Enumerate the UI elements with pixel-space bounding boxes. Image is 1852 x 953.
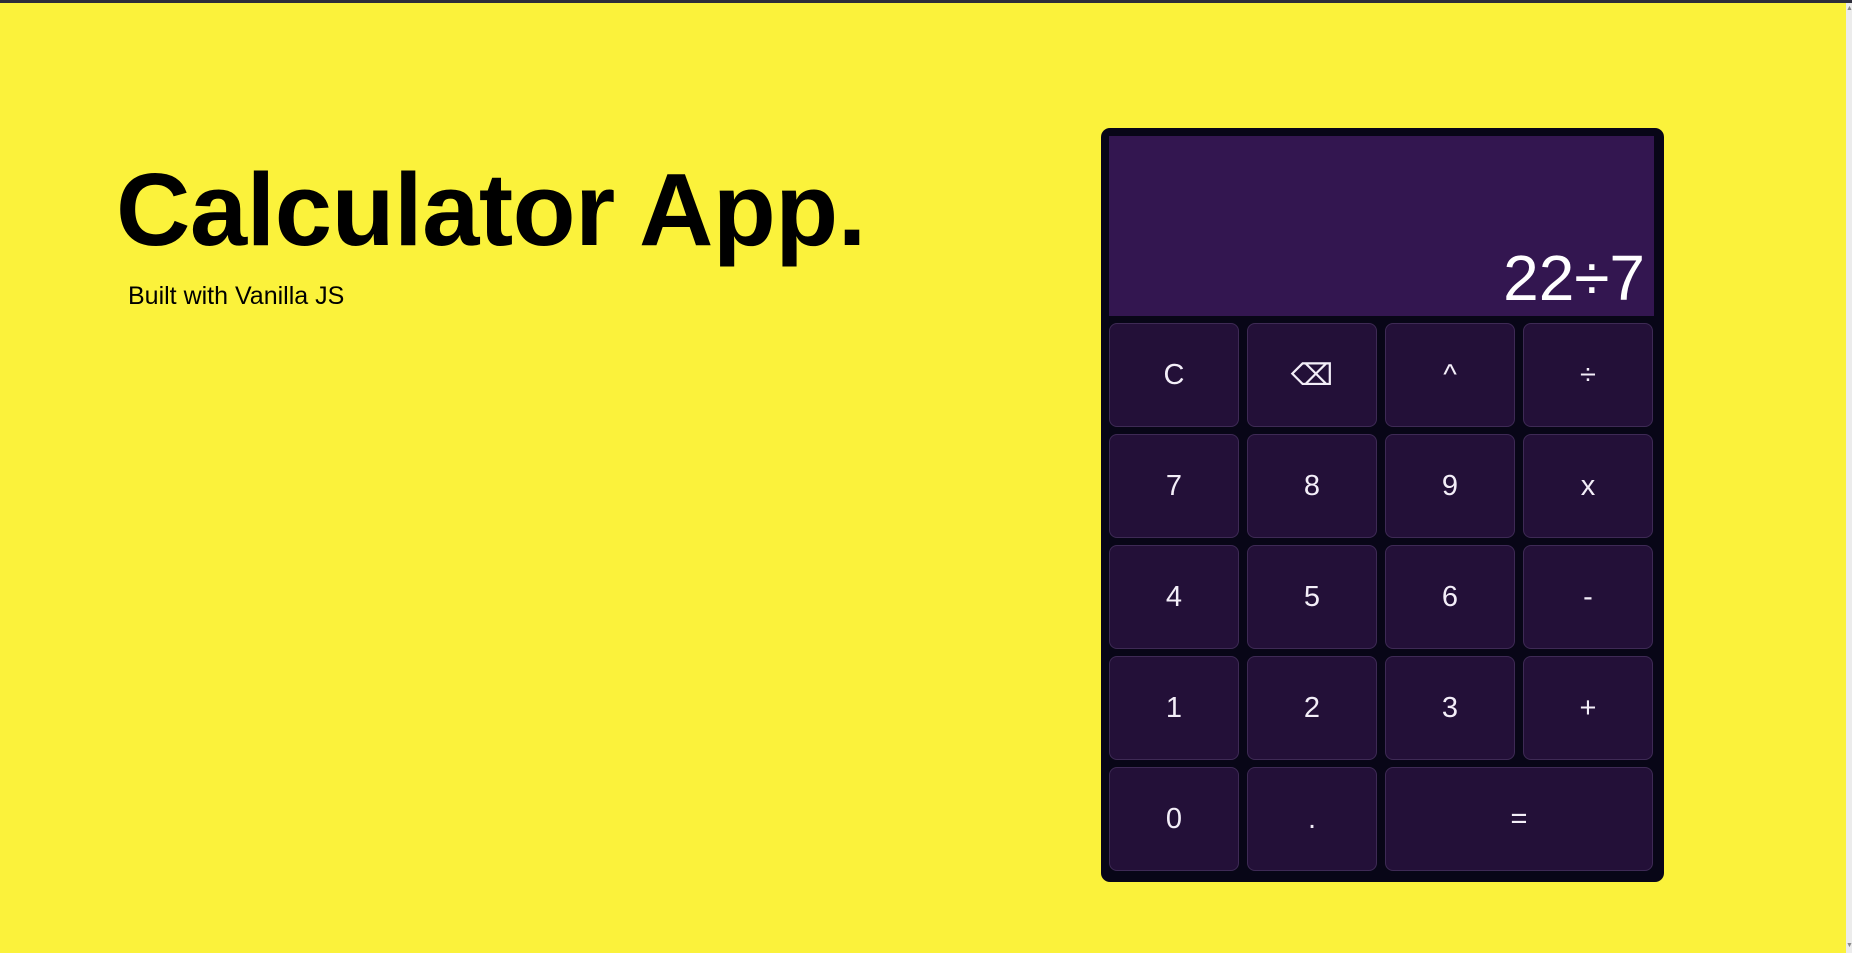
vertical-scrollbar[interactable] (1846, 3, 1852, 953)
digit-6-button[interactable]: 6 (1385, 545, 1515, 649)
calculator-display: 22÷7 (1109, 136, 1654, 316)
digit-3-button[interactable]: 3 (1385, 656, 1515, 760)
display-value: 22÷7 (1503, 242, 1645, 314)
decimal-button[interactable]: . (1247, 767, 1377, 871)
power-button[interactable]: ^ (1385, 323, 1515, 427)
digit-4-button[interactable]: 4 (1109, 545, 1239, 649)
digit-7-button[interactable]: 7 (1109, 434, 1239, 538)
browser-top-edge (0, 0, 1852, 3)
divide-button[interactable]: ÷ (1523, 323, 1653, 427)
backspace-icon[interactable]: ⌫ (1247, 323, 1377, 427)
equals-button[interactable]: = (1385, 767, 1653, 871)
digit-8-button[interactable]: 8 (1247, 434, 1377, 538)
page-title: Calculator App. (116, 152, 866, 267)
digit-1-button[interactable]: 1 (1109, 656, 1239, 760)
clear-button[interactable]: C (1109, 323, 1239, 427)
calculator: 22÷7 C ⌫ ^ ÷ 7 8 9 x 4 5 6 - 1 2 3 + 0 .… (1101, 128, 1664, 882)
digit-5-button[interactable]: 5 (1247, 545, 1377, 649)
scroll-up-arrow-icon[interactable]: ▲ (1846, 4, 1852, 14)
keypad: C ⌫ ^ ÷ 7 8 9 x 4 5 6 - 1 2 3 + 0 . = (1109, 323, 1656, 871)
page-subtitle: Built with Vanilla JS (128, 282, 345, 310)
scroll-down-arrow-icon[interactable]: ▼ (1846, 941, 1852, 951)
subtract-button[interactable]: - (1523, 545, 1653, 649)
digit-0-button[interactable]: 0 (1109, 767, 1239, 871)
add-button[interactable]: + (1523, 656, 1653, 760)
multiply-button[interactable]: x (1523, 434, 1653, 538)
digit-2-button[interactable]: 2 (1247, 656, 1377, 760)
digit-9-button[interactable]: 9 (1385, 434, 1515, 538)
